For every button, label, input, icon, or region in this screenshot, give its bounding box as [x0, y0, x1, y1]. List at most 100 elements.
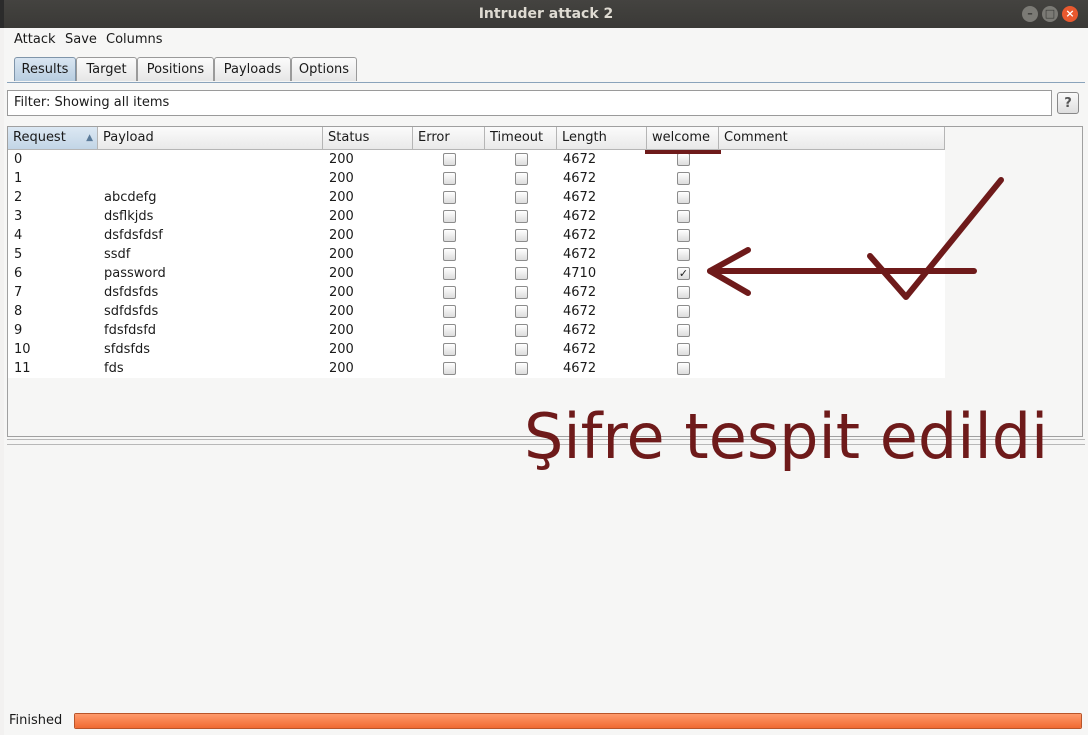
welcome-checkbox[interactable]	[677, 191, 690, 204]
column-header-error[interactable]: Error	[413, 127, 485, 150]
welcome-checkbox[interactable]	[677, 229, 690, 242]
error-checkbox[interactable]	[443, 362, 456, 375]
tab-options[interactable]: Options	[291, 57, 357, 81]
cell-request: 6	[14, 266, 23, 281]
maximize-icon[interactable]: □	[1042, 6, 1058, 22]
table-row[interactable]: 3 dsflkjds 200 4672	[8, 207, 945, 226]
timeout-checkbox[interactable]	[515, 286, 528, 299]
title-bar[interactable]: Intruder attack 2 – □ ×	[4, 0, 1088, 28]
timeout-checkbox[interactable]	[515, 343, 528, 356]
tab-positions[interactable]: Positions	[137, 57, 214, 81]
column-header-request[interactable]: Request ▲	[8, 127, 98, 150]
table-row[interactable]: 0 200 4672	[8, 150, 945, 169]
cell-length: 4672	[563, 228, 597, 243]
cell-length: 4672	[563, 152, 597, 167]
table-row[interactable]: 7 dsfdsfds 200 4672	[8, 283, 945, 302]
welcome-checkbox[interactable]: ✓	[677, 267, 690, 280]
welcome-checkbox[interactable]	[677, 153, 690, 166]
table-row[interactable]: 4 dsfdsfdsf 200 4672	[8, 226, 945, 245]
timeout-checkbox[interactable]	[515, 362, 528, 375]
welcome-checkbox[interactable]	[677, 210, 690, 223]
timeout-checkbox[interactable]	[515, 229, 528, 242]
column-header-comment[interactable]: Comment	[719, 127, 945, 150]
error-checkbox[interactable]	[443, 248, 456, 261]
column-header-length[interactable]: Length	[557, 127, 647, 150]
filter-bar[interactable]: Filter: Showing all items	[7, 90, 1052, 116]
table-row[interactable]: 2 abcdefg 200 4672	[8, 188, 945, 207]
timeout-checkbox[interactable]	[515, 210, 528, 223]
error-checkbox[interactable]	[443, 324, 456, 337]
error-checkbox[interactable]	[443, 191, 456, 204]
welcome-checkbox[interactable]	[677, 248, 690, 261]
intruder-window: Intruder attack 2 – □ × Attack Save Colu…	[4, 0, 1088, 735]
error-checkbox[interactable]	[443, 267, 456, 280]
cell-payload: fds	[104, 361, 124, 376]
error-checkbox[interactable]	[443, 210, 456, 223]
table-header: Request ▲ Payload Status Error Timeout L…	[8, 127, 945, 150]
cell-status: 200	[329, 285, 354, 300]
table-row[interactable]: 6 password 200 4710 ✓	[8, 264, 945, 283]
cell-length: 4710	[563, 266, 597, 281]
cell-status: 200	[329, 247, 354, 262]
welcome-checkbox[interactable]	[677, 343, 690, 356]
annotation-underline	[645, 150, 721, 154]
error-checkbox[interactable]	[443, 286, 456, 299]
welcome-checkbox[interactable]	[677, 172, 690, 185]
tab-payloads[interactable]: Payloads	[214, 57, 291, 81]
menu-columns[interactable]: Columns	[106, 32, 163, 47]
timeout-checkbox[interactable]	[515, 305, 528, 318]
lower-pane	[7, 445, 1085, 710]
timeout-checkbox[interactable]	[515, 191, 528, 204]
cell-length: 4672	[563, 190, 597, 205]
table-body: 0 200 4672 1 200 4672 2 abcdefg 200 4672 3 dsflkjds…	[8, 150, 945, 378]
cell-status: 200	[329, 209, 354, 224]
welcome-checkbox[interactable]	[677, 305, 690, 318]
close-icon[interactable]: ×	[1062, 6, 1078, 22]
cell-request: 2	[14, 190, 23, 205]
error-checkbox[interactable]	[443, 153, 456, 166]
cell-status: 200	[329, 152, 354, 167]
cell-length: 4672	[563, 342, 597, 357]
menu-bar: Attack Save Columns	[4, 28, 1088, 52]
table-row[interactable]: 5 ssdf 200 4672	[8, 245, 945, 264]
table-row[interactable]: 1 200 4672	[8, 169, 945, 188]
cell-payload: ssdf	[104, 247, 131, 262]
cell-request: 3	[14, 209, 23, 224]
table-row[interactable]: 9 fdsfdsfd 200 4672	[8, 321, 945, 340]
timeout-checkbox[interactable]	[515, 153, 528, 166]
table-row[interactable]: 10 sfdsfds 200 4672	[8, 340, 945, 359]
timeout-checkbox[interactable]	[515, 172, 528, 185]
tab-results[interactable]: Results	[14, 57, 76, 81]
error-checkbox[interactable]	[443, 305, 456, 318]
cell-length: 4672	[563, 247, 597, 262]
table-row[interactable]: 11 fds 200 4672	[8, 359, 945, 378]
cell-payload: dsfdsfdsf	[104, 228, 163, 243]
column-header-status[interactable]: Status	[323, 127, 413, 150]
help-icon[interactable]: ?	[1057, 92, 1079, 114]
cell-payload: dsflkjds	[104, 209, 154, 224]
cell-status: 200	[329, 323, 354, 338]
column-header-timeout[interactable]: Timeout	[485, 127, 557, 150]
welcome-checkbox[interactable]	[677, 286, 690, 299]
timeout-checkbox[interactable]	[515, 267, 528, 280]
column-header-payload[interactable]: Payload	[98, 127, 323, 150]
cell-length: 4672	[563, 361, 597, 376]
menu-save[interactable]: Save	[65, 32, 97, 47]
minimize-icon[interactable]: –	[1022, 6, 1038, 22]
cell-request: 0	[14, 152, 23, 167]
menu-attack[interactable]: Attack	[14, 32, 56, 47]
cell-request: 4	[14, 228, 23, 243]
cell-length: 4672	[563, 285, 597, 300]
timeout-checkbox[interactable]	[515, 324, 528, 337]
cell-status: 200	[329, 228, 354, 243]
welcome-checkbox[interactable]	[677, 362, 690, 375]
error-checkbox[interactable]	[443, 229, 456, 242]
timeout-checkbox[interactable]	[515, 248, 528, 261]
table-row[interactable]: 8 sdfdsfds 200 4672	[8, 302, 945, 321]
column-header-welcome[interactable]: welcome	[647, 127, 719, 150]
tab-target[interactable]: Target	[76, 57, 137, 81]
error-checkbox[interactable]	[443, 343, 456, 356]
error-checkbox[interactable]	[443, 172, 456, 185]
welcome-checkbox[interactable]	[677, 324, 690, 337]
cell-payload: abcdefg	[104, 190, 157, 205]
